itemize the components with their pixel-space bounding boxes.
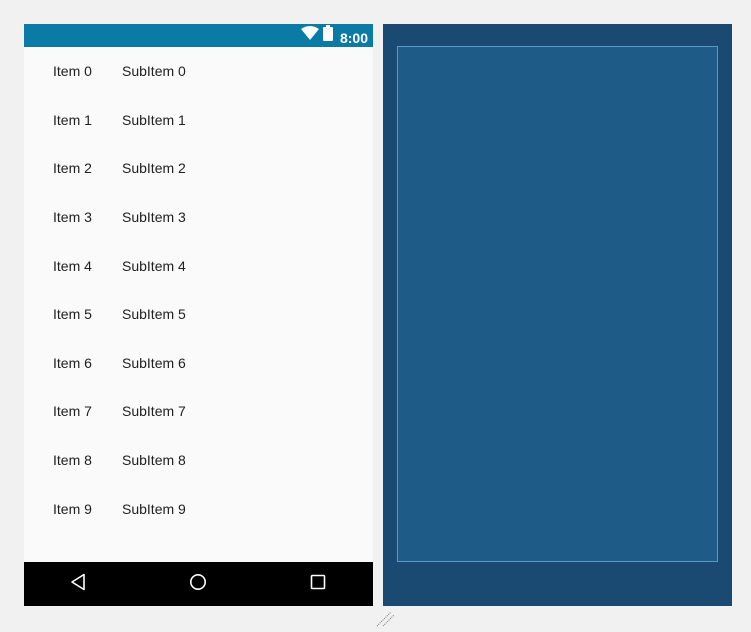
status-bar: 8:00 [24,24,373,47]
battery-icon [322,25,333,46]
design-preview: 8:00 Item 0 SubItem 0 Item 1 SubItem 1 Ite… [24,24,373,606]
item-title: Item 3 [53,209,92,226]
item-list: Item 0 SubItem 0 Item 1 SubItem 1 Item 2 Su… [24,47,373,533]
list-item[interactable]: Item 6 SubItem 6 [24,339,373,388]
wifi-icon [300,26,319,45]
item-subtitle: SubItem 8 [122,452,186,469]
item-subtitle: SubItem 7 [122,403,186,420]
item-title: Item 4 [53,257,92,274]
item-subtitle: SubItem 4 [122,257,186,274]
item-title: Item 9 [53,500,92,517]
back-button[interactable] [48,562,108,606]
item-title: Item 6 [53,354,92,371]
item-title: Item 5 [53,306,92,323]
item-title: Item 0 [53,63,92,80]
list-item[interactable]: Item 4 SubItem 4 [24,241,373,290]
list-item[interactable]: Item 5 SubItem 5 [24,290,373,339]
blueprint-content-area [397,46,718,562]
item-subtitle: SubItem 3 [122,209,186,226]
list-item[interactable]: Item 1 SubItem 1 [24,96,373,145]
blueprint-preview [383,24,732,606]
item-subtitle: SubItem 0 [122,63,186,80]
resize-handle[interactable] [376,611,395,627]
status-icons: 8:00 [300,24,368,47]
list-item[interactable]: Item 2 SubItem 2 [24,144,373,193]
list-item[interactable]: Item 3 SubItem 3 [24,193,373,242]
recents-icon [310,574,326,595]
item-title: Item 1 [53,111,92,128]
list-item[interactable]: Item 8 SubItem 8 [24,436,373,485]
item-title: Item 8 [53,452,92,469]
item-subtitle: SubItem 1 [122,111,186,128]
item-subtitle: SubItem 6 [122,354,186,371]
recents-button[interactable] [288,562,348,606]
item-title: Item 7 [53,403,92,420]
item-subtitle: SubItem 5 [122,306,186,323]
back-icon [70,573,86,596]
status-time: 8:00 [339,29,368,46]
list-item[interactable]: Item 7 SubItem 7 [24,387,373,436]
home-icon [189,573,207,596]
home-button[interactable] [168,562,228,606]
list-item[interactable]: Item 9 SubItem 9 [24,484,373,533]
item-subtitle: SubItem 2 [122,160,186,177]
list-item[interactable]: Item 0 SubItem 0 [24,47,373,96]
item-subtitle: SubItem 9 [122,500,186,517]
navigation-bar [24,562,373,606]
item-title: Item 2 [53,160,92,177]
